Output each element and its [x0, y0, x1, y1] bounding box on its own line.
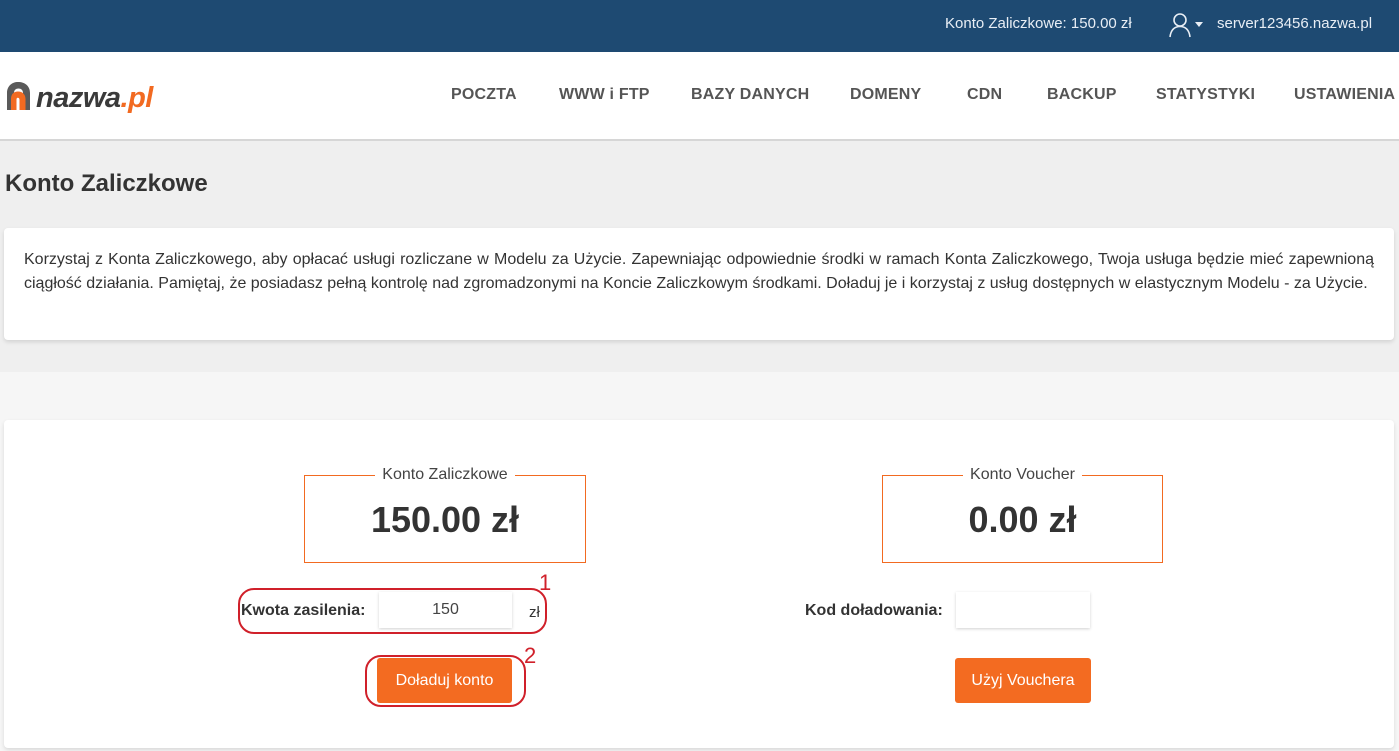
page-title: Konto Zaliczkowe: [5, 170, 208, 197]
logo-text: nazwa.pl: [36, 82, 153, 115]
chevron-down-icon[interactable]: [1195, 21, 1203, 27]
annotation-marker-2: 2: [524, 643, 537, 668]
info-text: Korzystaj z Konta Zaliczkowego, aby opła…: [24, 251, 1374, 292]
nav-item-domeny[interactable]: DOMENY: [850, 86, 921, 104]
accounts-panel: Konto Zaliczkowe 150.00 zł Kwota zasilen…: [4, 420, 1394, 748]
voucher-code-input[interactable]: [956, 592, 1090, 628]
brand-logo[interactable]: nazwa.pl: [4, 80, 153, 116]
voucher-account-box: Konto Voucher 0.00 zł: [882, 466, 1163, 563]
topbar-balance[interactable]: Konto Zaliczkowe: 150.00 zł: [945, 15, 1132, 32]
nav-item-bazy-danych[interactable]: BAZY DANYCH: [691, 86, 809, 104]
advance-account-legend: Konto Zaliczkowe: [382, 466, 508, 483]
logo-tld: .pl: [120, 81, 154, 114]
annotation-outline-button: [365, 655, 526, 707]
server-name[interactable]: server123456.nazwa.pl: [1217, 15, 1372, 32]
top-bar: Konto Zaliczkowe: 150.00 zł server123456…: [0, 0, 1399, 52]
annotation-outline-topup: [238, 588, 547, 634]
voucher-account-amount: 0.00 zł: [968, 499, 1077, 540]
nav-item-poczta[interactable]: POCZTA: [451, 86, 517, 104]
nav-item-cdn[interactable]: CDN: [967, 86, 1002, 104]
logo-mark-icon: [4, 79, 34, 118]
main-header: nazwa.pl POCZTA WWW i FTP BAZY DANYCH DO…: [0, 52, 1399, 141]
advance-account-box: Konto Zaliczkowe 150.00 zł: [304, 466, 586, 563]
advance-account-amount: 150.00 zł: [370, 499, 520, 540]
annotation-marker-1: 1: [539, 570, 552, 595]
voucher-account-legend: Konto Voucher: [970, 466, 1075, 483]
voucher-code-label: Kod doładowania:: [805, 602, 943, 619]
use-voucher-button[interactable]: Użyj Vouchera: [955, 658, 1091, 703]
info-card: Korzystaj z Konta Zaliczkowego, aby opła…: [4, 228, 1394, 340]
user-icon[interactable]: [1168, 12, 1192, 38]
nav-item-statystyki[interactable]: STATYSTYKI: [1156, 86, 1255, 104]
nav-item-backup[interactable]: BACKUP: [1047, 86, 1117, 104]
user-menu[interactable]: [1168, 10, 1203, 40]
logo-brand: nazwa: [36, 81, 121, 114]
nav-item-www-ftp[interactable]: WWW i FTP: [559, 86, 650, 104]
nav-item-ustawienia[interactable]: USTAWIENIA: [1294, 86, 1395, 104]
